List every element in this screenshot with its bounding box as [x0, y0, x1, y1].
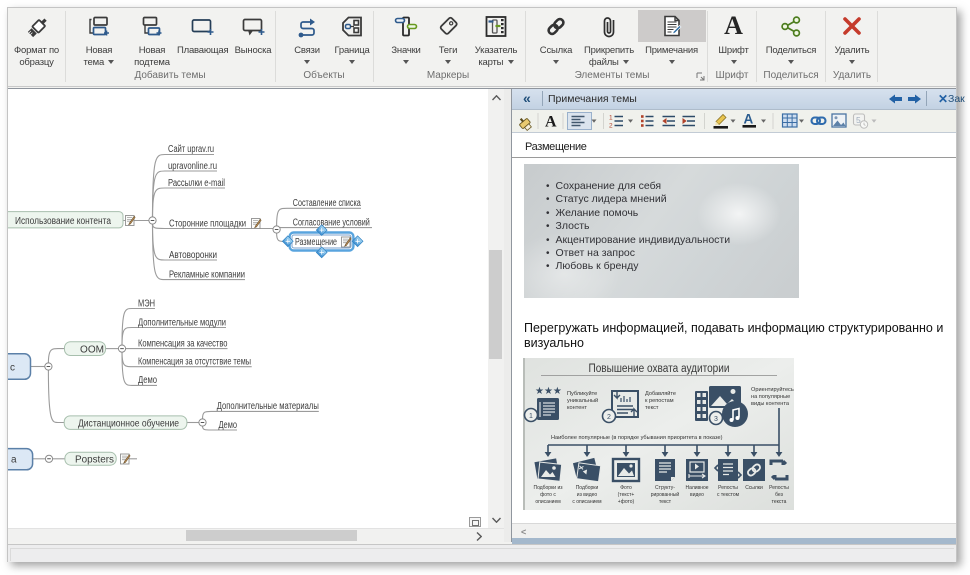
svg-text:с описанием: с описанием — [572, 499, 602, 505]
svg-text:Репосты: Репосты — [718, 485, 738, 491]
svg-text:Добавляйте: Добавляйте — [645, 390, 676, 397]
svg-text:текста: текста — [772, 499, 787, 505]
svg-text:на популярные: на популярные — [751, 394, 790, 400]
svg-text:Демо: Демо — [138, 375, 157, 386]
svg-text:2: 2 — [609, 123, 613, 130]
svg-text:Дистанционное обучение: Дистанционное обучение — [78, 417, 179, 429]
svg-text:рированный: рированный — [651, 491, 680, 498]
svg-text:Ориентируйтесь: Ориентируйтесь — [751, 386, 794, 393]
svg-text:upravonline.ru: upravonline.ru — [168, 161, 217, 172]
svg-text:Popsters: Popsters — [75, 454, 114, 465]
svg-text:Наливное: Наливное — [685, 485, 708, 491]
svg-text:1: 1 — [529, 413, 533, 420]
svg-text:Подборки из: Подборки из — [533, 485, 563, 491]
svg-text:видео: видео — [690, 492, 704, 498]
svg-text:★★★: ★★★ — [535, 386, 562, 397]
svg-text:Подборки: Подборки — [576, 485, 599, 491]
svg-text:уникальный: уникальный — [567, 397, 598, 404]
svg-text:а: а — [11, 455, 17, 466]
svg-text:Демо: Демо — [219, 420, 238, 431]
svg-text:A: A — [744, 112, 754, 127]
svg-text:фото с: фото с — [540, 492, 556, 498]
svg-text:с текстом: с текстом — [717, 492, 740, 498]
svg-text:Репосты: Репосты — [769, 485, 789, 491]
svg-text:из видео: из видео — [577, 492, 598, 498]
svg-text:виды контента: виды контента — [751, 401, 790, 407]
svg-text:к репостам: к репостам — [645, 398, 674, 404]
svg-text:текст: текст — [659, 499, 672, 505]
svg-text:1: 1 — [609, 115, 613, 122]
svg-text:Фото: Фото — [620, 485, 632, 491]
svg-text:Рекламные компании: Рекламные компании — [169, 269, 245, 280]
svg-text:Рассылки e-mail: Рассылки e-mail — [168, 178, 225, 189]
svg-text:+фото): +фото) — [618, 499, 635, 505]
svg-text:Автоворонки: Автоворонки — [169, 250, 217, 261]
svg-text:Наиболее популярные (в порядке: Наиболее популярные (в порядке убывания … — [551, 435, 723, 441]
svg-text:Дополнительные материалы: Дополнительные материалы — [217, 401, 319, 412]
svg-text:Компенсация за отсутствие темы: Компенсация за отсутствие темы — [138, 357, 251, 368]
svg-text:2: 2 — [607, 414, 611, 421]
svg-text:Использование контента: Использование контента — [15, 216, 111, 227]
svg-text:МЭН: МЭН — [138, 298, 155, 309]
svg-text:Сторонние площадки: Сторонние площадки — [169, 218, 246, 229]
svg-text:(текст+: (текст+ — [618, 492, 635, 498]
svg-text:Компенсация за качество: Компенсация за качество — [138, 338, 228, 349]
svg-text:Составление списка: Составление списка — [293, 198, 361, 209]
svg-text:Повышение охвата аудитории: Повышение охвата аудитории — [589, 363, 730, 375]
svg-text:A: A — [545, 114, 557, 131]
svg-text:Размещение: Размещение — [295, 237, 337, 248]
svg-text:без: без — [775, 492, 783, 498]
svg-text:Ссылки: Ссылки — [745, 485, 763, 491]
svg-text:Дополнительные модули: Дополнительные модули — [138, 317, 226, 328]
svg-text:текст: текст — [645, 405, 659, 411]
svg-text:Структу-: Структу- — [655, 485, 675, 491]
svg-text:с: с — [10, 363, 15, 374]
svg-text:Согласование условий: Согласование условий — [293, 217, 370, 228]
svg-text:описанием: описанием — [535, 499, 561, 505]
svg-text:Сайт uprav.ru: Сайт uprav.ru — [168, 144, 214, 155]
svg-text:ООМ: ООМ — [80, 345, 104, 356]
svg-text:контент: контент — [567, 405, 587, 411]
svg-text:3: 3 — [714, 416, 718, 423]
svg-text:Публикуйте: Публикуйте — [567, 390, 597, 397]
